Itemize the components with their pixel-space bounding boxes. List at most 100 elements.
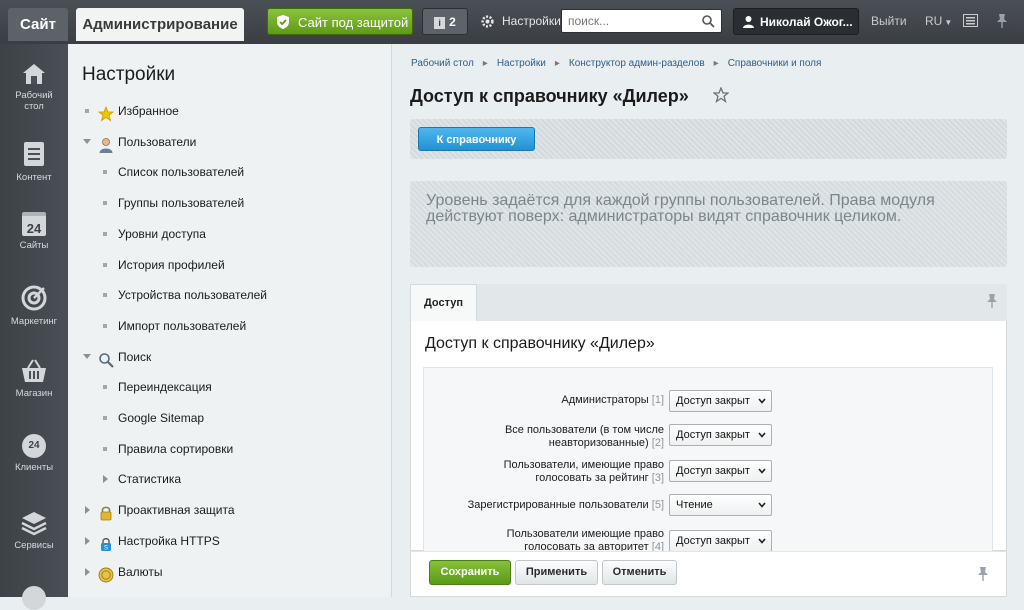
chevron-down-icon [758, 468, 766, 474]
clients-day: 24 [28, 440, 40, 451]
notifications-count: 2 [449, 15, 456, 29]
panel-title: Доступ к справочнику «Дилер» [425, 335, 655, 352]
settings-label: Настройки [502, 14, 561, 28]
menu-item-label: Импорт пользователей [118, 319, 247, 333]
bullet-icon [103, 232, 107, 236]
bullet-icon [103, 201, 107, 205]
menu-item-label: Google Sitemap [118, 411, 205, 425]
chevron-right-icon[interactable] [85, 568, 90, 576]
access-level-select[interactable]: Доступ закрыт [669, 530, 772, 552]
nav-content[interactable]: Контент [0, 140, 68, 183]
more-icon[interactable] [22, 586, 46, 610]
group-name: Администраторы [561, 394, 649, 406]
menu-item-label: Проактивная защита [118, 503, 235, 517]
nav-label: Рабочий стол [15, 90, 53, 112]
info-icon: i [434, 16, 446, 29]
bullet-icon [103, 293, 107, 297]
nav-desktop[interactable]: Рабочий стол [0, 62, 68, 112]
settings-link[interactable]: Настройки [480, 8, 561, 35]
pin-icon[interactable] [977, 566, 989, 582]
group-name: Пользователи, имеющие право голосовать з… [503, 459, 664, 484]
nav-label: Магазин [15, 388, 53, 399]
bullet-icon [103, 385, 107, 389]
breadcrumb-separator: ▸ [482, 58, 488, 69]
access-row: Администраторы [1] Доступ закрыт [424, 390, 774, 412]
language-select[interactable]: RU ▼ [925, 14, 952, 28]
site-protected-button[interactable]: Сайт под защитой [267, 8, 413, 35]
tab-access[interactable]: Доступ [410, 284, 477, 322]
search-icon[interactable] [701, 14, 715, 28]
keyboard-icon[interactable] [963, 14, 978, 27]
save-button[interactable]: Сохранить [429, 560, 511, 585]
layers-icon [21, 512, 47, 536]
menu-item-label: Пользователи [118, 135, 197, 149]
group-name: Пользователи имеющие право голосовать за… [506, 528, 664, 553]
document-icon [24, 142, 44, 166]
nav-clients[interactable]: 24 Клиенты [0, 434, 68, 473]
site-protected-label: Сайт под защитой [298, 15, 409, 30]
lock-icon [98, 502, 114, 521]
chevron-right-icon[interactable] [85, 506, 90, 514]
access-level-select[interactable]: Чтение [669, 494, 772, 516]
menu-item-label: Валюты [118, 565, 163, 579]
breadcrumb-item[interactable]: Конструктор админ-разделов [569, 58, 705, 69]
nav-marketing[interactable]: Маркетинг [0, 284, 68, 327]
clients-icon: 24 [22, 434, 46, 458]
access-level-select[interactable]: Доступ закрыт [669, 424, 772, 446]
star-icon [97, 103, 115, 122]
nav-sites[interactable]: 24 Сайты [0, 212, 68, 251]
breadcrumb-item[interactable]: Рабочий стол [411, 58, 474, 69]
star-icon[interactable] [713, 87, 729, 103]
breadcrumb-item[interactable]: Настройки [497, 58, 546, 69]
calendar-day: 24 [26, 221, 42, 236]
menu-title: Настройки [82, 64, 176, 85]
cancel-button[interactable]: Отменить [602, 560, 677, 585]
pin-icon[interactable] [986, 293, 998, 309]
access-row: Пользователи, имеющие право голосовать з… [424, 459, 774, 485]
context-toolbar: К справочнику [410, 119, 1007, 159]
menu-item-label: Устройства пользователей [118, 288, 267, 302]
breadcrumb-item[interactable]: Справочники и поля [728, 58, 822, 69]
pin-icon[interactable] [995, 13, 1009, 29]
breadcrumb: Рабочий стол ▸ Настройки ▸ Конструктор админ… [411, 58, 821, 69]
apply-button[interactable]: Применить [515, 560, 598, 585]
menu-item-label: История профилей [118, 258, 225, 272]
currency-icon [98, 564, 114, 583]
bullet-icon [103, 416, 107, 420]
menu-item-label: Переиндексация [118, 380, 212, 394]
notifications-button[interactable]: i2 [422, 8, 468, 35]
nav-services[interactable]: Сервисы [0, 510, 68, 551]
tabs-bar: Доступ [410, 284, 1007, 322]
menu-item-label: Поиск [118, 350, 152, 364]
access-panel: Доступ к справочнику «Дилер» Администрат… [410, 321, 1007, 557]
chevron-right-icon[interactable] [85, 537, 90, 545]
chevron-right-icon[interactable] [103, 475, 108, 483]
top-bar: Сайт Администрирование Сайт под защитой … [0, 0, 1024, 44]
user-menu-button[interactable]: Николай Ожог... [733, 8, 859, 35]
back-to-directory-button[interactable]: К справочнику [418, 127, 535, 151]
calendar-icon: 24 [22, 212, 46, 236]
menu-item-label: Уровни доступа [118, 227, 206, 241]
access-level-select[interactable]: Доступ закрыт [669, 460, 772, 482]
menu-item-label: Избранное [118, 104, 179, 118]
menu-item-label: Группы пользователей [118, 196, 245, 210]
user-name: Николай Ожог... [760, 15, 853, 29]
bullet-icon [103, 324, 107, 328]
group-name: Зарегистрированные пользователи [467, 499, 649, 511]
chevron-down-icon[interactable] [83, 139, 91, 144]
logout-link[interactable]: Выйти [871, 14, 907, 28]
select-value: Чтение [676, 499, 713, 511]
nav-label: Сервисы [14, 540, 54, 551]
chevron-down-icon[interactable] [83, 354, 91, 359]
group-label: Администраторы [1] [464, 394, 664, 407]
access-level-select[interactable]: Доступ закрыт [669, 390, 772, 412]
tab-admin[interactable]: Администрирование [76, 8, 244, 41]
nav-shop[interactable]: Магазин [0, 358, 68, 399]
nav-label: Клиенты [14, 462, 54, 473]
bullet-icon [85, 109, 89, 113]
search-input[interactable] [562, 10, 692, 32]
tab-site[interactable]: Сайт [8, 8, 68, 41]
menu-item-label: Статистика [118, 472, 182, 486]
menu-item-label: Настройка HTTPS [118, 534, 220, 548]
group-id: [1] [651, 394, 664, 406]
